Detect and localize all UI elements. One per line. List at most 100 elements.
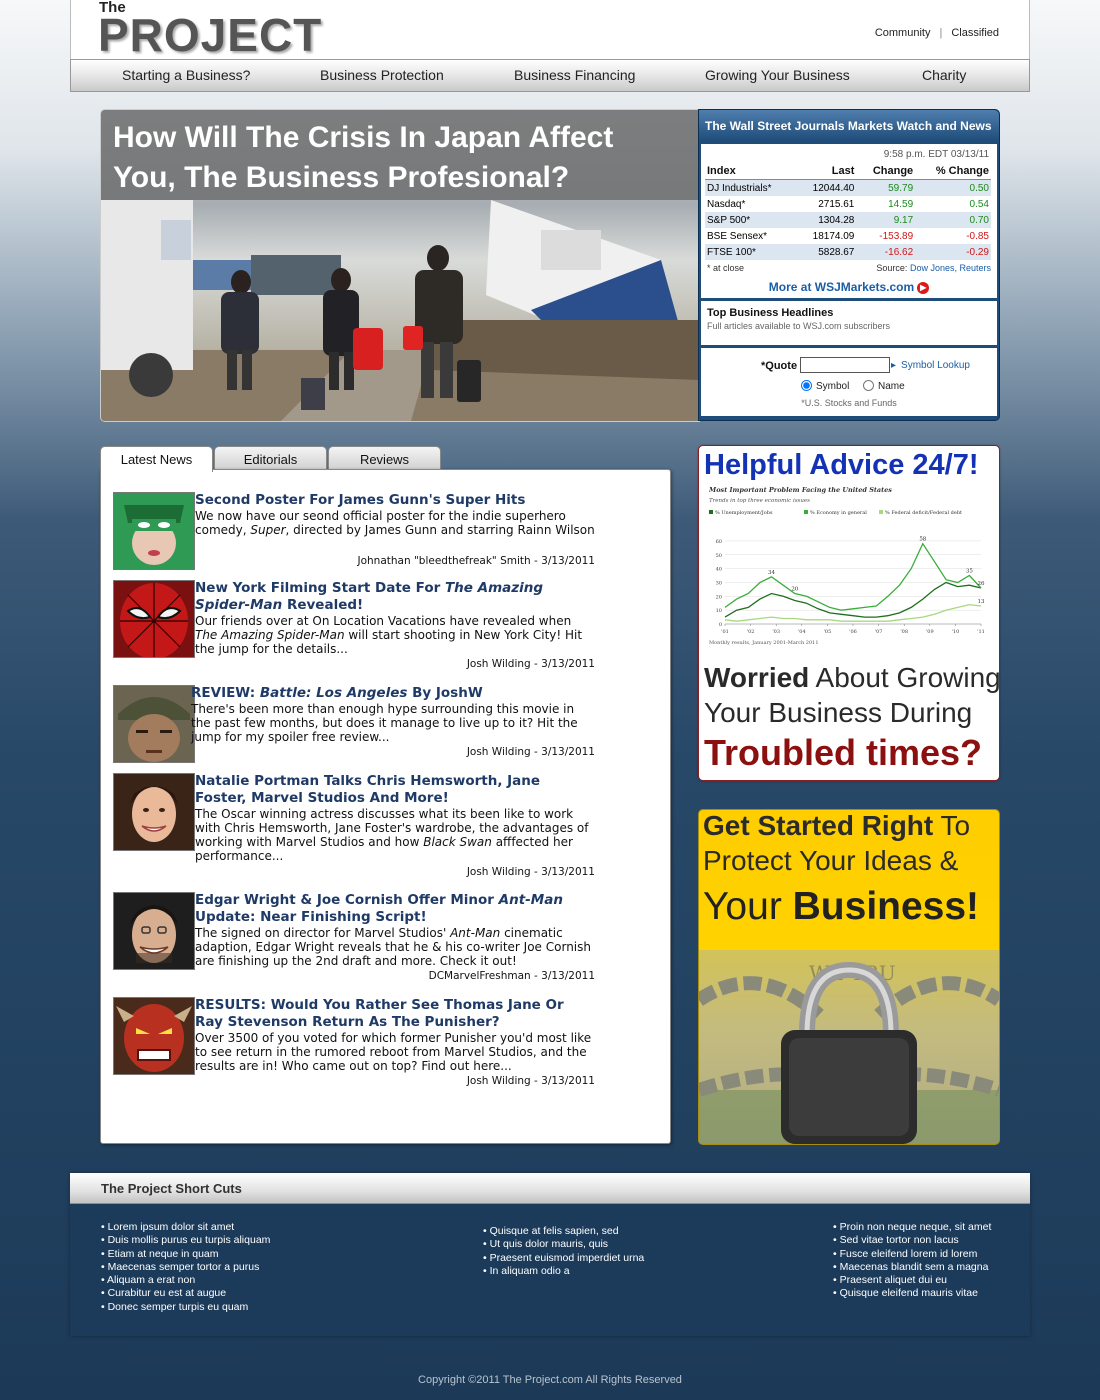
copyright: Copyright ©2011 The Project.com All Righ… <box>418 1374 682 1386</box>
footer-link[interactable]: Aliquam a erat non <box>101 1274 270 1287</box>
series-line <box>724 542 982 611</box>
nav-business-protection[interactable]: Business Protection <box>320 67 444 83</box>
news-title[interactable]: New York Filming Start Date For The Amaz… <box>195 580 595 614</box>
news-thumbnail[interactable] <box>113 580 195 658</box>
source-label: Source: <box>876 263 908 273</box>
market-index[interactable]: Nasdaq* <box>705 196 796 212</box>
radio-symbol[interactable]: Symbol <box>801 380 849 392</box>
nav-charity[interactable]: Charity <box>922 67 966 83</box>
market-index[interactable]: DJ Industrials* <box>705 179 796 196</box>
news-title[interactable]: RESULTS: Would You Rather See Thomas Jan… <box>195 997 595 1031</box>
top-headlines-panel[interactable]: Top Business Headlines Full articles ava… <box>701 301 997 345</box>
tab-latest-news[interactable]: Latest News <box>100 446 213 472</box>
legend-swatch <box>804 510 808 514</box>
footer-link[interactable]: In aliquam odio a <box>483 1265 644 1278</box>
news-text: Edgar Wright & Joe Cornish Offer Minor A… <box>195 892 595 968</box>
legend-label: % Economy in general <box>810 510 867 516</box>
footer-link[interactable]: Quisque eleifend mauris vitae <box>833 1287 991 1300</box>
news-thumbnail[interactable] <box>113 685 195 763</box>
nav-growing-your-business[interactable]: Growing Your Business <box>705 67 850 83</box>
market-index[interactable]: FTSE 100* <box>705 244 796 260</box>
news-title-text[interactable]: Natalie Portman Talks Chris Hemsworth, J… <box>195 773 540 806</box>
classified-link[interactable]: Classified <box>951 27 999 39</box>
footer-link[interactable]: Proin non neque neque, sit amet <box>833 1221 992 1234</box>
source-link[interactable]: Dow Jones, Reuters <box>910 263 991 273</box>
symbol-lookup-link[interactable]: Symbol Lookup <box>891 360 970 371</box>
market-index[interactable]: S&P 500* <box>705 212 796 228</box>
radio-symbol-input[interactable] <box>801 380 812 391</box>
community-link[interactable]: Community <box>875 27 931 39</box>
news-title-italic[interactable]: Battle: Los Angeles <box>260 685 408 701</box>
nav-starting-a-business[interactable]: Starting a Business? <box>122 67 250 83</box>
excerpt-italic: The Amazing Spider-Man <box>195 628 345 642</box>
news-excerpt: Our friends over at On Location Vacation… <box>195 614 595 656</box>
news-title-text[interactable]: REVIEW: <box>191 685 260 701</box>
news-title[interactable]: Edgar Wright & Joe Cornish Offer Minor A… <box>195 892 595 926</box>
ad-troubled-times[interactable]: Troubled times? <box>704 732 982 774</box>
quote-input[interactable] <box>800 357 890 373</box>
news-title-text[interactable]: Update: Near Finishing Script! <box>195 909 427 925</box>
news-thumbnail[interactable] <box>113 892 195 970</box>
news-title[interactable]: Second Poster For James Gunn's Super Hit… <box>195 492 595 509</box>
footer-link[interactable]: Ut quis dolor mauris, quis <box>483 1238 644 1251</box>
ad2-your-business[interactable]: Your Business! <box>703 885 979 929</box>
market-change: 9.17 <box>856 212 916 228</box>
footer-link[interactable]: Lorem ipsum dolor sit amet <box>101 1221 270 1234</box>
x-tick-label: '11 <box>977 629 985 635</box>
footer-link[interactable]: Fusce eleifend lorem id lorem <box>833 1248 991 1261</box>
protect-ideas-ad[interactable]: Get Started Right To Protect Your Ideas … <box>698 809 1000 1145</box>
excerpt-italic: Ant-Man <box>450 926 501 940</box>
market-index[interactable]: BSE Sensex* <box>705 228 796 244</box>
footer-link[interactable]: Praesent euismod imperdiet urna <box>483 1252 645 1265</box>
tab-editorials[interactable]: Editorials <box>214 446 327 471</box>
news-item: New York Filming Start Date For The Amaz… <box>113 580 595 670</box>
helpful-advice-ad[interactable]: Helpful Advice 24/7! Most Important Prob… <box>698 445 1000 781</box>
site-logo[interactable]: PROJECT <box>98 12 322 58</box>
news-byline: Josh Wilding - 3/13/2011 <box>466 746 595 758</box>
news-title-text[interactable]: By JoshW <box>407 685 483 701</box>
footer-link[interactable]: Praesent aliquet dui eu <box>833 1274 991 1287</box>
radio-name-input[interactable] <box>863 380 874 391</box>
footer-link[interactable]: Quisque at felis sapien, sed <box>483 1225 644 1238</box>
news-title-text[interactable]: New York Filming Start Date For <box>195 580 445 596</box>
radio-name[interactable]: Name <box>863 380 905 392</box>
data-label: 58 <box>919 537 926 543</box>
news-title-italic[interactable]: Ant-Man <box>499 892 563 908</box>
news-thumbnail[interactable] <box>113 773 195 851</box>
news-title[interactable]: Natalie Portman Talks Chris Hemsworth, J… <box>195 773 595 807</box>
news-title-text[interactable]: Second Poster For James Gunn's Super Hit… <box>195 492 525 508</box>
news-title[interactable]: REVIEW: Battle: Los Angeles By JoshW <box>191 685 595 702</box>
footer-link[interactable]: Curabitur eu est at augue <box>101 1287 270 1300</box>
news-byline: Josh Wilding - 3/13/2011 <box>466 1075 595 1087</box>
footer-link[interactable]: Maecenas semper tortor a purus <box>101 1261 270 1274</box>
ad2-line-protect: Protect Your Ideas & <box>703 845 959 876</box>
more-wsj-link[interactable]: More at WSJMarkets.com ▶ <box>701 280 997 294</box>
news-text: RESULTS: Would You Rather See Thomas Jan… <box>195 997 595 1073</box>
nav-business-financing[interactable]: Business Financing <box>514 67 635 83</box>
y-tick-label: 20 <box>716 594 722 600</box>
top-headlines-title[interactable]: Top Business Headlines <box>707 307 833 319</box>
footer-link[interactable]: Etiam at neque in quam <box>101 1248 270 1261</box>
news-title-text[interactable]: Edgar Wright & Joe Cornish Offer Minor <box>195 892 499 908</box>
ad-headline[interactable]: Helpful Advice 24/7! <box>704 449 979 482</box>
news-thumbnail[interactable] <box>113 492 195 570</box>
footer-link[interactable]: Sed vitae tortor non lacus <box>833 1234 991 1247</box>
footer-link[interactable]: Maecenas blandit sem a magna <box>833 1261 991 1274</box>
data-label: 20 <box>791 587 798 593</box>
col-pct-change: % Change <box>915 163 991 180</box>
market-table: Index Last Change % Change DJ Industrial… <box>705 163 991 260</box>
more-wsj-text[interactable]: More at WSJMarkets.com <box>769 280 914 294</box>
hero-feature[interactable]: How Will The Crisis In Japan Affect You,… <box>100 109 700 422</box>
data-label: 35 <box>966 569 973 575</box>
top-links: Community | Classified <box>875 27 999 39</box>
news-thumbnail[interactable] <box>113 997 195 1075</box>
news-title-text[interactable]: Revealed! <box>282 597 363 613</box>
hero-headline[interactable]: How Will The Crisis In Japan Affect You,… <box>113 118 683 198</box>
tab-reviews[interactable]: Reviews <box>328 446 441 471</box>
news-title-text[interactable]: RESULTS: Would You Rather See Thomas Jan… <box>195 997 564 1030</box>
footer-link[interactable]: Duis mollis purus eu turpis aliquam <box>101 1234 271 1247</box>
excerpt-text: Our friends over at On Location Vacation… <box>195 614 572 628</box>
footer-link[interactable]: Donec semper turpis eu quam <box>101 1301 270 1314</box>
economic-issues-chart: Most Important Problem Facing the United… <box>709 486 985 646</box>
series-line <box>724 603 982 622</box>
